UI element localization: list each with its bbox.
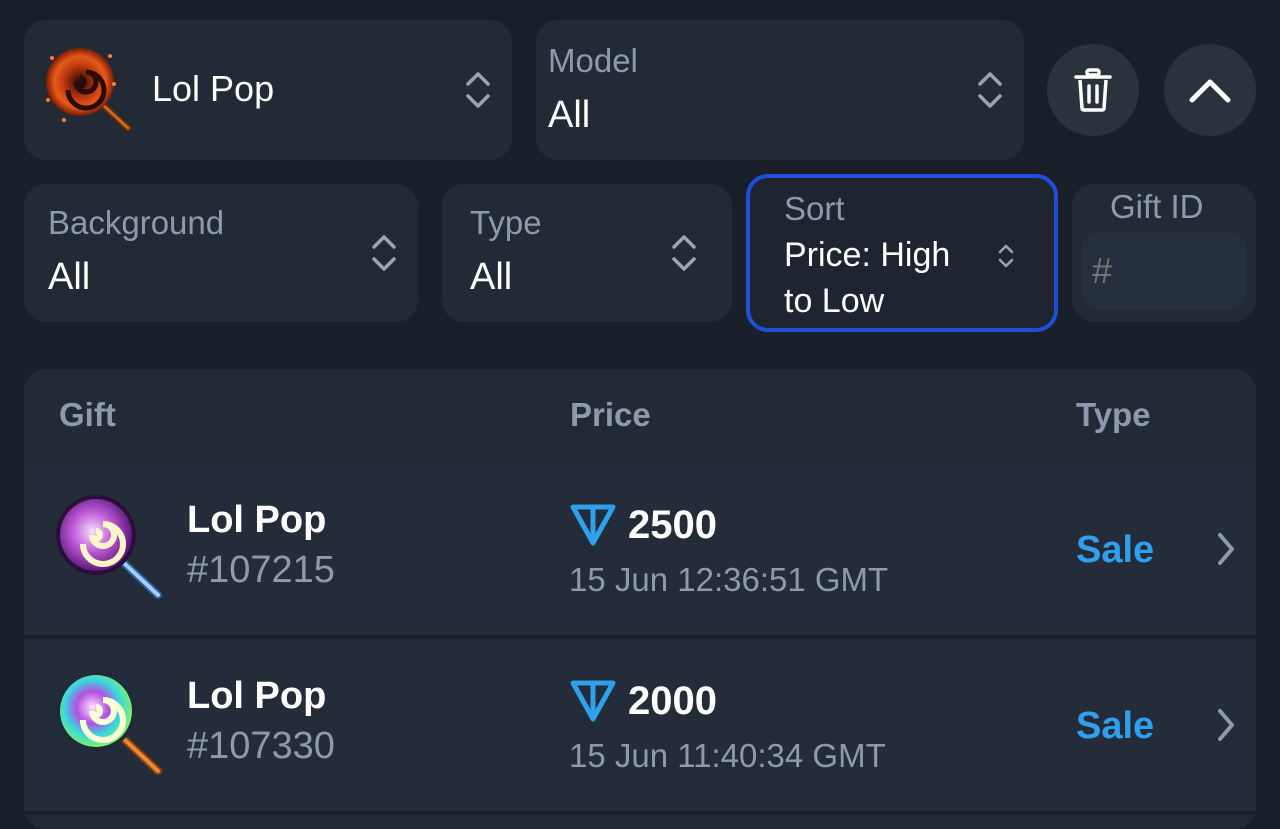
model-value: All	[548, 94, 591, 136]
price-value: 2000	[628, 679, 717, 723]
type-selector[interactable]: Type All	[442, 184, 732, 322]
sort-label: Sort	[784, 190, 845, 227]
model-selector[interactable]: Model All	[536, 20, 1024, 160]
gift-selector[interactable]: Lol Pop	[24, 20, 512, 160]
clear-filters-button[interactable]	[1047, 44, 1139, 136]
chevron-updown-icon	[466, 72, 490, 108]
gift-selector-value: Lol Pop	[152, 68, 275, 109]
column-header-type: Type	[1076, 396, 1151, 433]
sort-value-line1: Price: High	[784, 236, 951, 274]
lollipop-fire-icon	[46, 48, 132, 132]
trash-icon	[1074, 68, 1112, 112]
chevron-right-icon	[1218, 709, 1234, 741]
type-label: Type	[470, 204, 542, 241]
collapse-filters-button[interactable]	[1164, 44, 1256, 136]
sort-selector[interactable]: Sort Price: High to Low	[746, 174, 1058, 332]
chevron-updown-icon	[978, 72, 1002, 108]
chevron-right-icon	[1218, 533, 1234, 565]
gift-number: #107215	[187, 549, 335, 591]
background-value: All	[48, 256, 91, 298]
gift-id-input[interactable]	[1082, 232, 1246, 310]
type-value: Sale	[1076, 705, 1155, 747]
chevron-updown-icon	[998, 244, 1014, 268]
chevron-updown-icon	[672, 235, 696, 271]
lollipop-purple-icon	[56, 495, 162, 599]
type-value: All	[470, 256, 513, 298]
type-value: Sale	[1076, 529, 1155, 571]
ton-icon	[570, 680, 616, 722]
ton-icon	[570, 504, 616, 546]
gift-id-label: Gift ID	[1110, 188, 1204, 225]
column-header-price: Price	[570, 396, 651, 433]
row-divider	[24, 811, 1256, 815]
column-header-gift: Gift	[59, 396, 116, 433]
sale-date: 15 Jun 11:40:34 GMT	[569, 737, 886, 774]
background-selector[interactable]: Background All	[24, 184, 418, 322]
sort-value-line2: to Low	[784, 282, 885, 320]
price-value: 2500	[628, 503, 717, 547]
gift-name: Lol Pop	[187, 499, 327, 541]
table-row[interactable]: Lol Pop #107215 2500 15 Jun 12:36:51 GMT…	[24, 463, 1256, 635]
lollipop-rainbow-icon	[56, 671, 162, 775]
chevron-updown-icon	[372, 235, 396, 271]
model-label: Model	[548, 42, 638, 79]
row-divider	[24, 635, 1256, 639]
chevron-up-icon	[1189, 79, 1231, 103]
gift-number: #107330	[187, 725, 335, 767]
gift-name: Lol Pop	[187, 675, 327, 717]
table-row[interactable]: Lol Pop #107330 2000 15 Jun 11:40:34 GMT…	[24, 639, 1256, 811]
gift-id-filter: Gift ID	[1072, 184, 1256, 322]
background-label: Background	[48, 204, 225, 241]
sale-date: 15 Jun 12:36:51 GMT	[569, 561, 889, 598]
